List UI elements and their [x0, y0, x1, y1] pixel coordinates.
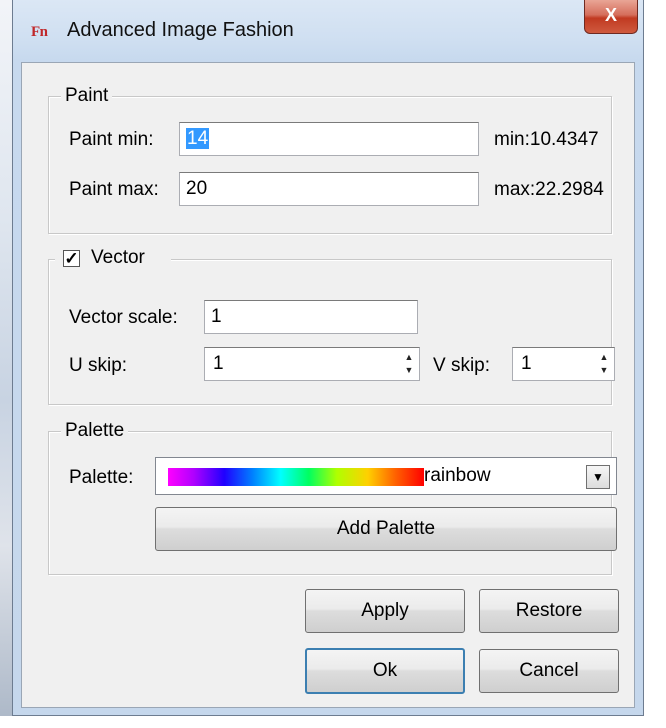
close-button[interactable]: X — [584, 0, 638, 34]
palette-group: Palette Palette: rainbow ▼ Add Palette — [48, 420, 617, 575]
app-icon: Fn — [31, 24, 48, 40]
vector-scale-value: 1 — [211, 306, 222, 327]
dialog-client-area: Paint Paint min: 14 min:10.4347 Paint ma… — [21, 62, 635, 708]
palette-label: Palette: — [69, 467, 134, 488]
close-icon: X — [604, 5, 617, 25]
vector-scale-input[interactable]: 1 — [204, 300, 418, 334]
palette-legend: Palette — [61, 420, 129, 442]
window-title: Advanced Image Fashion — [67, 19, 294, 41]
vector-legend: ✓ Vector — [55, 247, 171, 271]
spin-down-icon[interactable]: ▼ — [401, 364, 417, 377]
v-skip-value: 1 — [521, 353, 532, 374]
vector-group: ✓ Vector Vector scale: 1 U skip: 1 ▲ ▼ V… — [48, 247, 615, 405]
paint-max-input[interactable]: 20 — [179, 172, 479, 206]
vector-checkbox[interactable]: ✓ — [63, 250, 80, 267]
cancel-button[interactable]: Cancel — [479, 649, 619, 693]
paint-max-value: 20 — [186, 178, 208, 199]
u-skip-label: U skip: — [69, 355, 128, 376]
dialog-window: Fn Advanced Image Fashion X Paint Paint … — [12, 0, 644, 716]
u-skip-value: 1 — [213, 353, 224, 374]
palette-dropdown[interactable]: rainbow ▼ — [155, 457, 617, 495]
chevron-down-icon[interactable]: ▼ — [586, 465, 610, 489]
restore-button[interactable]: Restore — [479, 589, 619, 633]
paint-min-value: 14 — [186, 128, 210, 149]
paint-legend: Paint — [61, 85, 113, 107]
v-skip-spin-buttons[interactable]: ▲ ▼ — [596, 351, 612, 377]
spin-up-icon[interactable]: ▲ — [401, 351, 417, 364]
desktop-bottom — [0, 716, 666, 728]
paint-min-input[interactable]: 14 — [179, 122, 479, 156]
v-skip-spinner[interactable]: 1 ▲ ▼ — [512, 347, 615, 381]
u-skip-spin-buttons[interactable]: ▲ ▼ — [401, 351, 417, 377]
palette-gradient-swatch — [168, 468, 424, 486]
add-palette-button[interactable]: Add Palette — [155, 507, 617, 551]
vector-legend-label: Vector — [91, 247, 145, 268]
title-bar[interactable]: Fn Advanced Image Fashion X — [13, 0, 643, 62]
palette-selected-value: rainbow — [424, 465, 491, 486]
desktop-background — [0, 0, 12, 728]
paint-group: Paint Paint min: 14 min:10.4347 Paint ma… — [48, 85, 612, 234]
paint-min-label: Paint min: — [69, 129, 154, 150]
v-skip-label: V skip: — [433, 355, 491, 376]
paint-min-info: min:10.4347 — [494, 129, 599, 150]
ok-button[interactable]: Ok — [305, 648, 465, 694]
u-skip-spinner[interactable]: 1 ▲ ▼ — [204, 347, 420, 381]
spin-down-icon[interactable]: ▼ — [596, 364, 612, 377]
apply-button[interactable]: Apply — [305, 589, 465, 633]
paint-max-label: Paint max: — [69, 179, 159, 200]
vector-scale-label: Vector scale: — [69, 307, 178, 328]
paint-max-info: max:22.2984 — [494, 179, 604, 200]
spin-up-icon[interactable]: ▲ — [596, 351, 612, 364]
